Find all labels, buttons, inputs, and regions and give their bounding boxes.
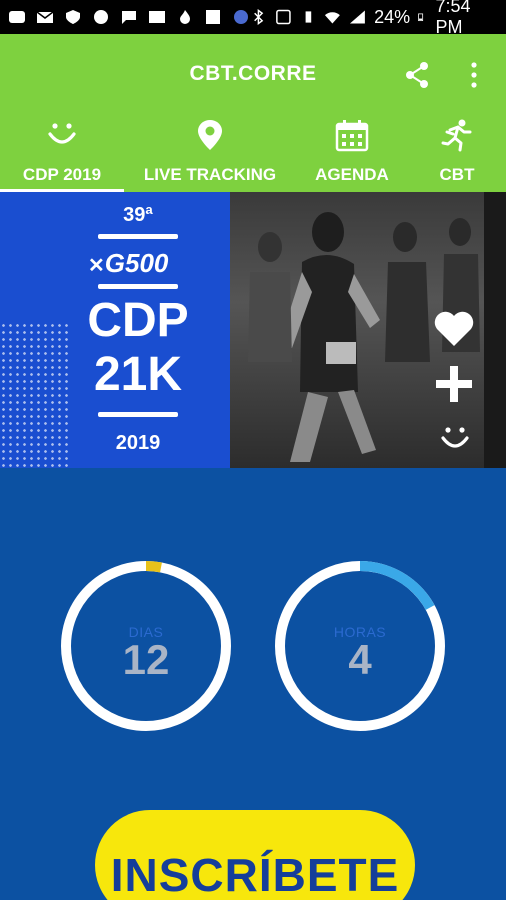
poster-divider — [98, 284, 178, 289]
dots-pattern — [0, 322, 70, 468]
photo-edge — [484, 192, 506, 468]
shield-icon — [66, 10, 80, 24]
poster-divider — [98, 412, 178, 417]
notification-icon — [9, 11, 25, 23]
heart-icon[interactable] — [432, 308, 476, 348]
poster-divider — [98, 234, 178, 239]
countdown-value: 12 — [122, 636, 170, 683]
tab-label: AGENDA — [315, 165, 389, 184]
status-bar: 24% 7:54 PM — [0, 0, 506, 37]
signal-icon — [350, 10, 366, 24]
app-screen: 24% 7:54 PM CBT.CORRE CDP 2019 LIVE TRAC… — [0, 0, 506, 900]
bluetooth-icon — [254, 9, 264, 25]
tab-agenda[interactable]: AGENDA — [296, 114, 408, 192]
battery-percent: 24% — [374, 6, 411, 27]
race-distance: 21K — [93, 348, 183, 401]
clock: 7:54 PM — [435, 0, 471, 37]
days-countdown: DIAS 12 — [60, 560, 232, 732]
more-options-icon[interactable] — [466, 60, 482, 90]
tab-live-tracking[interactable]: LIVE TRACKING — [124, 114, 296, 192]
edition-number: 39ª — [123, 204, 153, 226]
wifi-icon — [325, 12, 341, 24]
mail-icon — [36, 11, 54, 23]
runners-photo — [230, 192, 506, 468]
tab-bar: CDP 2019 LIVE TRACKING AGENDA CBT — [0, 114, 506, 192]
plus-icon[interactable] — [434, 364, 474, 404]
register-button-label: INSCRÍBETE — [110, 849, 400, 900]
brand-logo: ✕G500 — [88, 248, 169, 278]
message-icon — [122, 11, 136, 24]
race-year: 2019 — [115, 432, 161, 454]
event-banner[interactable]: 39ª ✕G500 CDP 21K 2019 — [0, 192, 506, 468]
app-bar: CBT.CORRE — [0, 34, 506, 114]
tab-label: LIVE TRACKING — [143, 165, 277, 184]
nfc-icon — [275, 9, 291, 25]
countdown-value: 4 — [348, 636, 372, 683]
vibrate-icon — [305, 11, 311, 23]
tab-label: CDP 2019 — [22, 165, 102, 184]
runner-icon — [441, 119, 472, 152]
settings-icon — [234, 10, 248, 24]
calendar-icon — [335, 120, 369, 152]
smiley-icon — [48, 123, 76, 144]
location-pin-icon — [198, 120, 222, 150]
tab-label: CBT — [439, 165, 475, 184]
flipboard-icon — [206, 10, 220, 24]
event-poster: 39ª ✕G500 CDP 21K 2019 — [0, 192, 230, 468]
battery-icon — [418, 13, 424, 22]
fire-icon — [180, 10, 190, 24]
hours-countdown: HORAS 4 — [274, 560, 446, 732]
share-icon[interactable] — [402, 60, 432, 90]
tab-cdp-2019[interactable]: CDP 2019 — [0, 114, 124, 192]
smiley-icon[interactable] — [438, 424, 472, 454]
countdown-section: DIAS 12 HORAS 4 INSCRÍBETE — [0, 468, 506, 900]
browser-icon — [94, 10, 108, 24]
race-name: CDP — [87, 294, 189, 347]
register-button[interactable]: INSCRÍBETE — [95, 810, 415, 900]
image-icon — [149, 11, 165, 23]
tab-cbt[interactable]: CBT — [408, 114, 506, 192]
